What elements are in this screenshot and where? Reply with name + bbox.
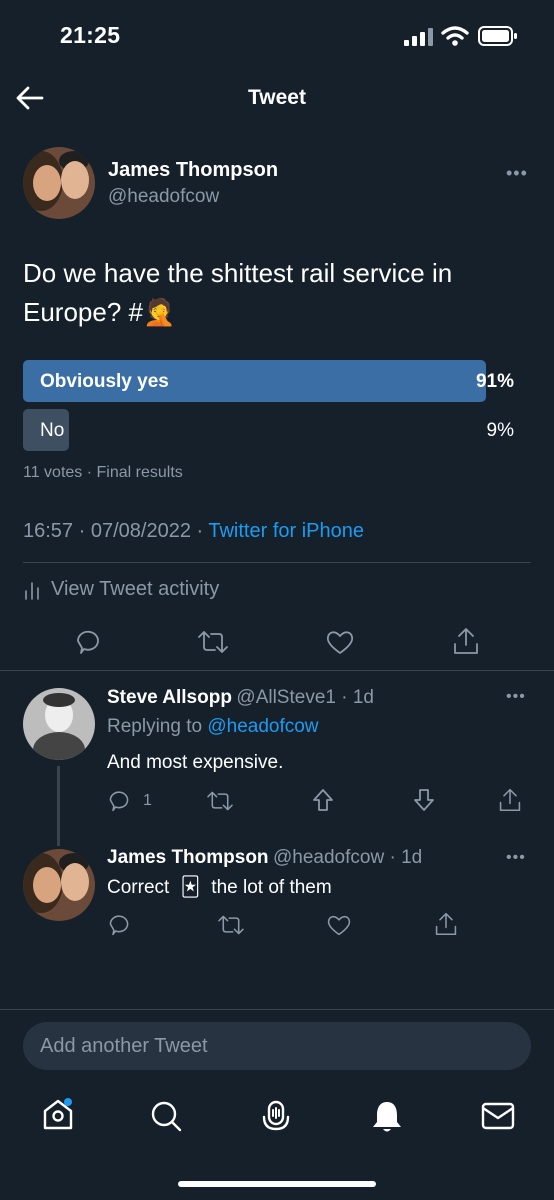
nav-search[interactable]	[149, 1099, 183, 1133]
nav-home[interactable]	[40, 1096, 76, 1132]
replying-to-handle[interactable]: @headofcow	[207, 716, 318, 737]
reply-header: James Thompson @headofcow · 1d	[107, 847, 423, 868]
replying-to: Replying to @headofcow	[107, 716, 319, 738]
reply-author-handle[interactable]: @headofcow	[273, 847, 384, 868]
nav-notifications[interactable]	[369, 1098, 405, 1134]
more-icon[interactable]: •••	[506, 163, 528, 184]
tweet-time: 16:57	[23, 520, 74, 542]
reply-text-before: Correct	[107, 877, 170, 898]
home-icon	[43, 1098, 73, 1130]
poll-meta: 11 votes · Final results	[23, 464, 183, 481]
reply-button[interactable]	[74, 628, 102, 656]
reply-author-name[interactable]: James Thompson	[107, 847, 269, 868]
search-icon	[151, 1101, 182, 1132]
nav-spaces[interactable]	[258, 1099, 294, 1135]
poll-option-percent: 91%	[475, 371, 514, 392]
reply-age: 1d	[401, 847, 423, 868]
reply-header: Steve Allsopp @AllSteve1 · 1d	[107, 687, 374, 708]
retweet-icon	[207, 791, 233, 811]
author-name[interactable]: James Thompson	[108, 159, 278, 182]
poll-option-percent: 9%	[486, 420, 514, 441]
battery-icon	[478, 26, 518, 46]
activity-label: View Tweet activity	[51, 578, 220, 600]
reply-text: Correct 🃏 the lot of them	[107, 876, 332, 899]
share-button[interactable]	[498, 787, 522, 813]
reply-text-after: the lot of them	[211, 877, 332, 898]
avatar[interactable]	[23, 688, 95, 760]
poll-option-label: Obviously yes	[40, 371, 169, 392]
retweet-button[interactable]	[216, 913, 246, 937]
retweet-icon	[198, 631, 228, 653]
reply-icon	[77, 630, 99, 654]
nav-messages[interactable]	[480, 1101, 516, 1131]
reply-button[interactable]	[107, 913, 131, 937]
avatar[interactable]	[23, 147, 95, 219]
tweet-text: Do we have the shittest rail service in …	[23, 254, 533, 332]
wifi-icon	[441, 25, 469, 47]
reply-button[interactable]: 1	[107, 789, 152, 813]
poll-status: Final results	[96, 464, 183, 481]
notifications-icon	[373, 1102, 401, 1132]
spaces-icon	[262, 1100, 290, 1131]
signal-icon	[404, 28, 434, 46]
facepalm-emoji: 🤦	[142, 297, 176, 327]
share-icon	[499, 788, 521, 812]
replying-to-prefix: Replying to	[107, 716, 203, 737]
status-time: 21:25	[60, 22, 121, 48]
thread-line	[57, 766, 60, 846]
reply-icon	[109, 791, 129, 812]
divider	[23, 562, 531, 563]
reply-text: And most expensive.	[107, 752, 284, 773]
share-icon	[435, 912, 457, 936]
tweet-text-body: Do we have the shittest rail service in …	[23, 258, 453, 327]
view-tweet-activity[interactable]: View Tweet activity	[23, 578, 219, 601]
tweet-timestamp: 16:57 · 07/08/2022 · Twitter for iPhone	[23, 520, 364, 542]
divider	[0, 1009, 554, 1010]
reply-count: 1	[143, 792, 152, 809]
poll-votes: 11 votes	[23, 464, 83, 481]
downvote-icon	[414, 789, 434, 811]
activity-icon	[25, 581, 39, 600]
share-button[interactable]	[452, 626, 480, 656]
compose-placeholder: Add another Tweet	[40, 1035, 208, 1057]
reply-author-handle[interactable]: @AllSteve1	[236, 687, 336, 708]
author-handle[interactable]: @headofcow	[108, 186, 219, 208]
reply-author-name[interactable]: Steve Allsopp	[107, 687, 232, 708]
reply-age: 1d	[352, 687, 374, 708]
like-button[interactable]	[326, 913, 352, 937]
retweet-icon	[218, 915, 244, 935]
divider	[0, 670, 554, 671]
poll-option-label: No	[40, 420, 65, 441]
more-icon[interactable]: •••	[506, 688, 526, 706]
like-button[interactable]	[325, 628, 355, 656]
more-icon[interactable]: •••	[506, 849, 526, 867]
upvote-button[interactable]	[312, 788, 334, 812]
tweet-date: 07/08/2022	[90, 520, 191, 542]
reply-icon	[109, 915, 129, 936]
page-title: Tweet	[248, 86, 306, 109]
retweet-button[interactable]	[205, 789, 235, 813]
like-icon	[327, 915, 351, 936]
tweet-source-link[interactable]: Twitter for iPhone	[208, 520, 364, 542]
like-icon	[326, 631, 354, 654]
retweet-button[interactable]	[196, 628, 230, 656]
upvote-icon	[313, 789, 333, 811]
home-indicator	[178, 1181, 376, 1187]
share-button[interactable]	[434, 911, 458, 937]
downvote-button[interactable]	[413, 788, 435, 812]
messages-icon	[481, 1102, 515, 1130]
share-icon	[454, 628, 478, 654]
avatar[interactable]	[23, 849, 95, 921]
joker-emoji: 🃏	[180, 877, 201, 898]
